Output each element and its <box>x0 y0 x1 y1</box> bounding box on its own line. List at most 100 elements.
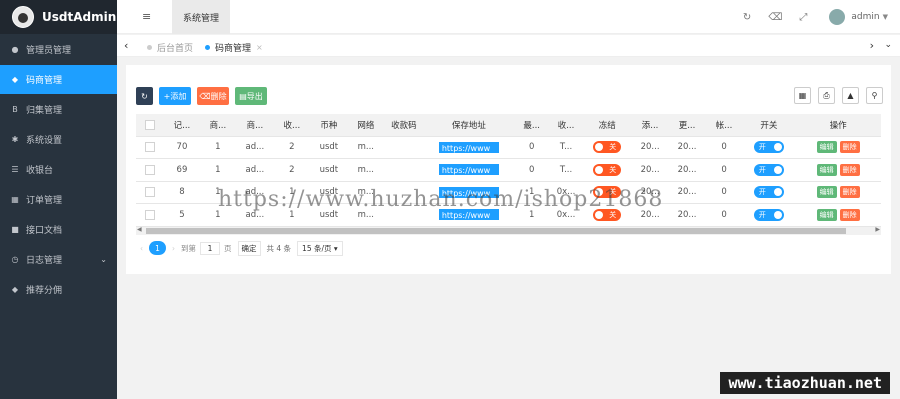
table-header[interactable]: 商... <box>199 114 237 137</box>
chevron-down-icon[interactable]: ▼ <box>883 13 888 21</box>
table-header[interactable]: 收... <box>549 114 583 137</box>
enable-toggle[interactable]: 开 <box>753 141 784 154</box>
add-button[interactable]: + 添加 <box>159 87 191 105</box>
columns-button[interactable]: ▦ <box>794 87 811 104</box>
list-icon: ☰ <box>11 165 19 174</box>
sidebar-item-settings[interactable]: ✱ 系统设置 <box>0 125 117 154</box>
table-header[interactable]: 网络 <box>347 114 385 137</box>
scroll-left-icon[interactable]: ◀ <box>137 226 142 233</box>
clear-icon[interactable]: ⌫ <box>768 12 782 23</box>
row-delete-button[interactable]: 删除 <box>839 208 860 221</box>
export-tool-button[interactable]: ▲ <box>842 87 859 104</box>
frozen-toggle[interactable]: 关 <box>593 163 622 176</box>
tab-next-icon[interactable]: › <box>870 39 874 52</box>
tab-dot <box>205 45 210 50</box>
goto-confirm-button[interactable]: 确定 <box>237 240 261 256</box>
avatar[interactable] <box>829 9 846 25</box>
cell-switch: 开 <box>742 181 796 204</box>
enable-toggle[interactable]: 开 <box>753 163 784 176</box>
row-delete-button[interactable]: 删除 <box>839 163 860 176</box>
page-size-select[interactable]: 15 条/页 ▾ <box>297 240 343 256</box>
address-input[interactable]: https://www <box>438 141 499 153</box>
cell-account: 0 <box>705 181 743 204</box>
tab-prev-icon[interactable]: ‹ <box>124 39 128 52</box>
table-header[interactable]: 帐... <box>705 114 743 137</box>
prev-page-icon[interactable]: ‹ <box>140 244 143 253</box>
table-header[interactable]: 保存地址 <box>423 114 515 137</box>
row-delete-button[interactable]: 删除 <box>839 141 860 154</box>
table-header[interactable]: 最... <box>514 114 550 137</box>
table-header[interactable]: 冻结 <box>582 114 632 137</box>
refresh-icon[interactable]: ↻ <box>743 12 751 23</box>
enable-toggle[interactable]: 开 <box>753 186 784 199</box>
tab-merchants[interactable]: 码商管理 × <box>205 41 263 54</box>
module-tab[interactable]: 系统管理 <box>172 0 230 34</box>
tab-home-label: 后台首页 <box>157 44 194 54</box>
menu-toggle-icon[interactable]: ≡ <box>142 10 151 23</box>
clock-icon: ◷ <box>11 255 19 264</box>
row-checkbox[interactable] <box>145 164 156 175</box>
scrollbar-thumb[interactable] <box>146 228 846 234</box>
edit-button[interactable]: 编辑 <box>816 141 837 154</box>
select-all-checkbox[interactable] <box>145 119 156 130</box>
table-header[interactable]: 收... <box>273 114 311 137</box>
edit-button[interactable]: 编辑 <box>816 163 837 176</box>
table-header[interactable]: 操作 <box>795 114 881 137</box>
search-button[interactable]: ⚲ <box>866 87 883 104</box>
next-page-icon[interactable]: › <box>172 244 175 253</box>
sidebar-item-label: 管理员管理 <box>26 46 72 56</box>
print-button[interactable]: ⎙ <box>818 87 835 104</box>
current-page[interactable]: 1 <box>149 241 166 255</box>
row-delete-button[interactable]: 删除 <box>839 186 860 199</box>
table-row[interactable]: 70 1 ad... 2 usdt m... https://www 0 T..… <box>136 136 881 159</box>
edit-button[interactable]: 编辑 <box>816 186 837 199</box>
cell-coin: usdt <box>310 136 348 159</box>
table-header[interactable]: 开关 <box>742 114 796 137</box>
sidebar-item-collection[interactable]: B 归集管理 <box>0 95 117 124</box>
sidebar-item-logs[interactable]: ◷ 日志管理 ⌄ <box>0 245 117 274</box>
cell-recv: 2 <box>273 158 311 182</box>
row-select[interactable] <box>136 158 165 182</box>
delete-button[interactable]: ⌫ 删除 <box>197 87 229 105</box>
row-select[interactable] <box>136 136 165 159</box>
sidebar: UsdtAdmin ● 管理员管理 ◆ 码商管理 B 归集管理 ✱ 系统设置 ☰… <box>0 0 117 399</box>
sidebar-item-merchants[interactable]: ◆ 码商管理 <box>0 65 117 94</box>
table-header[interactable]: 收款码 <box>384 114 424 137</box>
export-icon: ▤ <box>239 91 247 101</box>
enable-toggle[interactable]: 开 <box>753 208 784 221</box>
table-header[interactable]: 记... <box>164 114 200 137</box>
sidebar-item-admins[interactable]: ● 管理员管理 <box>0 35 117 64</box>
frozen-toggle[interactable]: 关 <box>593 141 622 154</box>
sidebar-item-label: 码商管理 <box>26 76 63 86</box>
export-button[interactable]: ▤ 导出 <box>235 87 267 105</box>
address-input[interactable]: https://www <box>438 164 499 176</box>
row-checkbox[interactable] <box>145 142 156 152</box>
sidebar-item-docs[interactable]: ■ 接口文档 <box>0 215 117 244</box>
logo[interactable]: UsdtAdmin <box>0 0 117 34</box>
table-header[interactable]: 商... <box>236 114 274 137</box>
row-select[interactable] <box>136 203 165 227</box>
row-checkbox[interactable] <box>145 209 156 220</box>
cell-merchant: ad... <box>236 136 274 159</box>
refresh-button[interactable]: ↻ <box>136 87 153 105</box>
table-header[interactable]: 更... <box>668 114 706 137</box>
username[interactable]: admin <box>851 12 879 22</box>
sidebar-item-commission[interactable]: ◆ 推荐分佣 <box>0 275 117 304</box>
sidebar-item-cashier[interactable]: ☰ 收银台 <box>0 155 117 184</box>
row-checkbox[interactable] <box>145 187 156 197</box>
chevron-down-icon[interactable]: ⌄ <box>884 40 892 50</box>
table-header[interactable]: 币种 <box>310 114 348 137</box>
cell-frozen: 关 <box>582 136 632 159</box>
edit-button[interactable]: 编辑 <box>816 208 837 221</box>
table-header-select[interactable] <box>136 114 165 137</box>
close-icon[interactable]: × <box>256 43 263 52</box>
tab-home[interactable]: 后台首页 <box>147 41 193 54</box>
fullscreen-icon[interactable]: ⤢ <box>799 12 807 23</box>
sidebar-item-orders[interactable]: ▦ 订单管理 <box>0 185 117 214</box>
page-input[interactable]: 1 <box>200 241 220 255</box>
scroll-right-icon[interactable]: ▶ <box>875 226 880 233</box>
horizontal-scrollbar[interactable]: ◀ ▶ <box>136 226 881 235</box>
table-header[interactable]: 添... <box>631 114 669 137</box>
row-select[interactable] <box>136 181 165 204</box>
table-row[interactable]: 69 1 ad... 2 usdt m... https://www 0 T..… <box>136 158 881 182</box>
